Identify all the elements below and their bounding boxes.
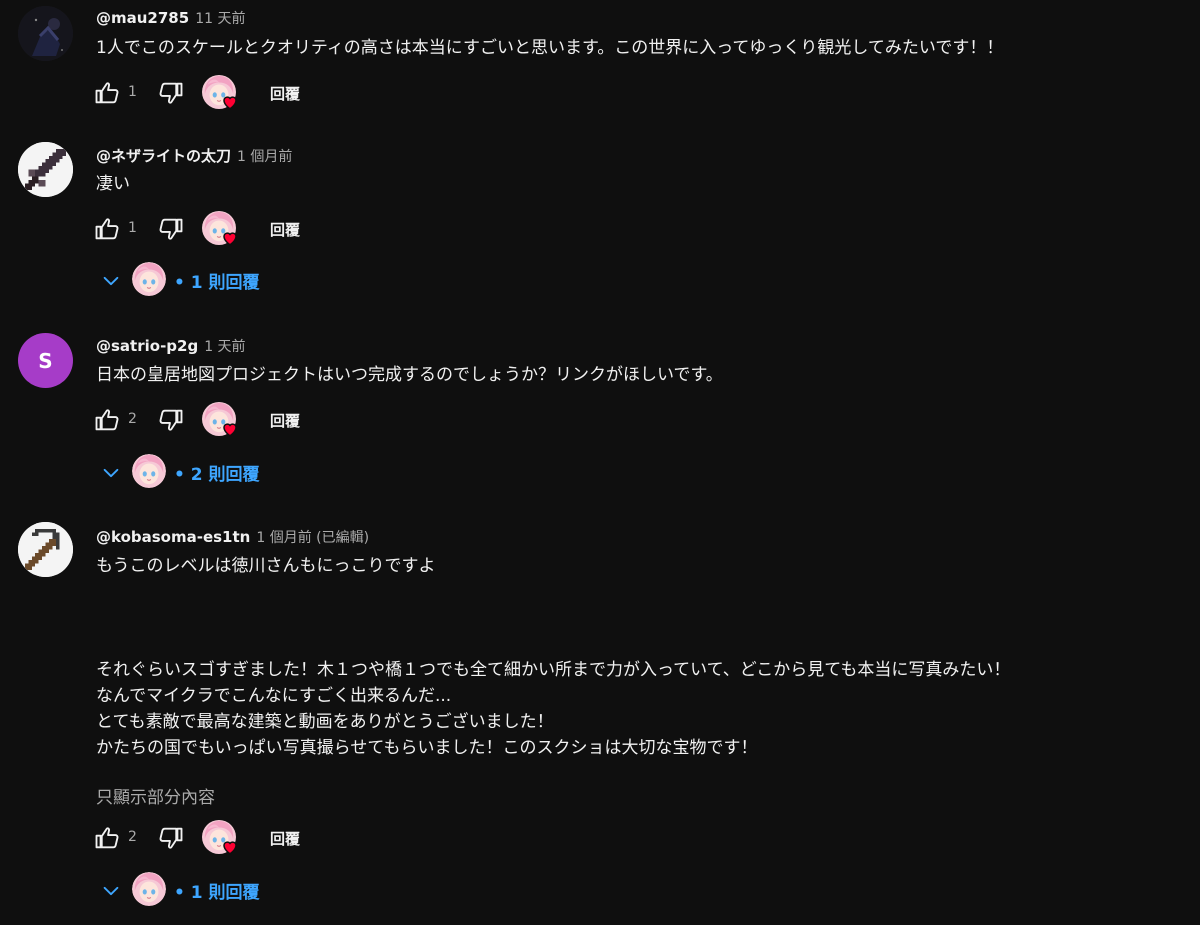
comment-actions: 2 回覆 — [90, 403, 490, 443]
timestamp[interactable]: 1 天前 — [204, 339, 245, 355]
heart-icon — [221, 93, 239, 111]
view-replies-button[interactable]: • 1 則回覆 — [96, 872, 396, 908]
reply-button[interactable]: 回覆 — [270, 83, 300, 104]
thumb-up-icon — [93, 824, 121, 852]
thumb-down-icon — [157, 406, 185, 434]
chevron-down-icon — [100, 270, 122, 292]
creator-avatar — [132, 454, 166, 488]
thumb-down-icon — [157, 824, 185, 852]
view-replies-button[interactable]: • 2 則回覆 — [96, 454, 396, 490]
like-button[interactable] — [90, 821, 124, 855]
author-name[interactable]: @satrio-p2g — [96, 337, 198, 355]
avatar[interactable] — [18, 6, 73, 61]
comment-text: 日本の皇居地図プロジェクトはいつ完成するのでしょうか？リンクがほしいです。 — [96, 365, 723, 385]
timestamp[interactable]: 1 個月前 — [237, 149, 292, 165]
creator-avatar-icon — [132, 454, 166, 488]
thumb-up-icon — [93, 79, 121, 107]
creator-heart — [202, 75, 238, 111]
read-more-link[interactable]: 只顯示部分內容 — [96, 783, 215, 808]
reply-button[interactable]: 回覆 — [270, 828, 300, 849]
creator-heart — [202, 820, 238, 856]
heart-icon — [221, 838, 239, 856]
like-count: 2 — [128, 829, 137, 845]
chevron-down-icon — [100, 880, 122, 902]
comment-actions: 2 回覆 — [90, 821, 490, 861]
heart-icon — [221, 420, 239, 438]
creator-avatar-icon — [132, 262, 166, 296]
reply-button[interactable]: 回覆 — [270, 219, 300, 240]
comment-meta: @kobasoma-es1tn 1 個月前 (已編輯) — [96, 527, 369, 547]
heart-icon — [221, 229, 239, 247]
like-count: 1 — [128, 84, 137, 100]
author-name[interactable]: @kobasoma-es1tn — [96, 528, 250, 546]
dislike-button[interactable] — [154, 76, 188, 110]
comment-meta: @ネザライトの太刀 1 個月前 — [96, 145, 292, 166]
like-button[interactable] — [90, 212, 124, 246]
chevron-down-icon — [100, 462, 122, 484]
avatar[interactable] — [18, 522, 73, 577]
creator-avatar — [132, 872, 166, 906]
comment-meta: @satrio-p2g 1 天前 — [96, 336, 246, 356]
creator-heart — [202, 211, 238, 247]
view-replies-button[interactable]: • 1 則回覆 — [96, 262, 396, 298]
timestamp[interactable]: 1 個月前 (已編輯) — [256, 530, 369, 546]
like-button[interactable] — [90, 76, 124, 110]
creator-avatar-icon — [132, 872, 166, 906]
replies-count-label: • 2 則回覆 — [174, 465, 260, 485]
comment-text: 凄い — [96, 174, 130, 194]
comment-actions: 1 回覆 — [90, 212, 490, 252]
replies-count-label: • 1 則回覆 — [174, 883, 260, 903]
comment-meta: @mau2785 11 天前 — [96, 8, 245, 28]
comment-actions: 1 回覆 — [90, 76, 490, 116]
avatar[interactable]: S — [18, 333, 73, 388]
like-count: 1 — [128, 220, 137, 236]
avatar[interactable] — [18, 142, 73, 197]
reply-button[interactable]: 回覆 — [270, 410, 300, 431]
thumb-down-icon — [157, 215, 185, 243]
like-count: 2 — [128, 411, 137, 427]
avatar-letter: S — [38, 348, 53, 373]
creator-heart — [202, 402, 238, 438]
like-button[interactable] — [90, 403, 124, 437]
thumb-up-icon — [93, 406, 121, 434]
timestamp[interactable]: 11 天前 — [195, 11, 245, 27]
author-name[interactable]: @ネザライトの太刀 — [96, 147, 231, 165]
replies-count-label: • 1 則回覆 — [174, 273, 260, 293]
dislike-button[interactable] — [154, 212, 188, 246]
creator-avatar — [132, 262, 166, 296]
dislike-button[interactable] — [154, 821, 188, 855]
thumb-up-icon — [93, 215, 121, 243]
dislike-button[interactable] — [154, 403, 188, 437]
comment-text: 1人でこのスケールとクオリティの高さは本当にすごいと思います。この世界に入ってゆ… — [96, 38, 1004, 58]
author-name[interactable]: @mau2785 — [96, 9, 189, 27]
thumb-down-icon — [157, 79, 185, 107]
comment-text: もうこのレベルは徳川さんもにっこりですよ それぐらいスゴすぎました！木１つや橋１… — [96, 556, 1011, 758]
